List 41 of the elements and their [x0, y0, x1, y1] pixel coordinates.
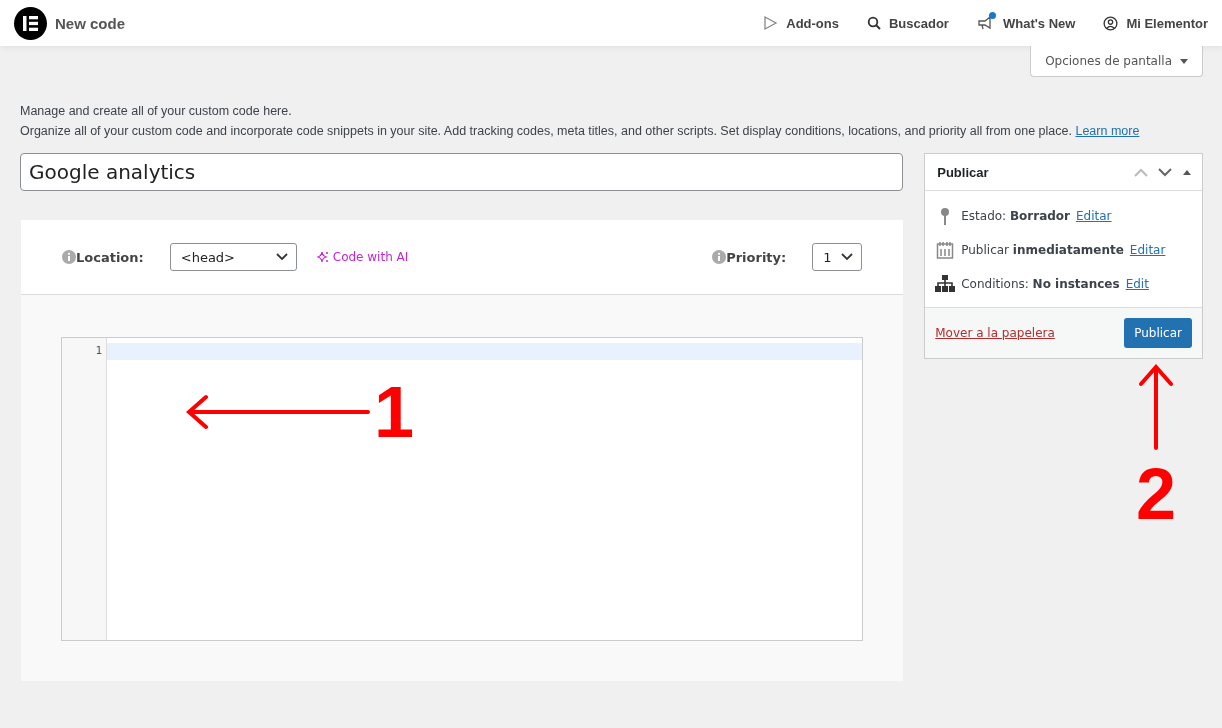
- nav-link[interactable]: Mi Elementor: [1103, 15, 1208, 31]
- location-select[interactable]: <head>: [169, 243, 297, 271]
- nav-link[interactable]: Add-ons: [762, 15, 839, 31]
- chevron-down-icon: [841, 253, 854, 261]
- calendar-icon: [936, 241, 955, 259]
- move-down-button[interactable]: [1158, 167, 1172, 177]
- pin-icon: [939, 207, 952, 225]
- play-icon: [762, 15, 779, 31]
- search-icon: [866, 16, 881, 30]
- intro-text: Manage and create all of your custom code here.: [20, 103, 293, 120]
- edit-link[interactable]: Editar: [1129, 243, 1166, 257]
- publish-button[interactable]: Publicar: [1124, 318, 1192, 348]
- annotation-number: 2: [1136, 458, 1177, 530]
- edit-link[interactable]: Editar: [1076, 209, 1112, 223]
- logo-icon: [14, 6, 47, 40]
- annotation-number: 1: [374, 376, 415, 448]
- title-field[interactable]: Google analytics: [20, 153, 904, 191]
- priority-label: Priority:: [726, 249, 787, 265]
- intro-text: Organize all of your custom code and incorporate code snippets in your site. Add tracking codes, meta titles, and other scripts. Set display conditions, locations, and priority all from one place.: [20, 124, 1072, 138]
- info-icon: [62, 250, 76, 264]
- sitemap-icon: [935, 275, 956, 293]
- nav-link[interactable]: Buscador: [866, 15, 949, 31]
- trash-link[interactable]: Mover a la papelera: [935, 326, 1055, 340]
- chevron-down-icon: [275, 253, 288, 261]
- edit-link[interactable]: Edit: [1125, 277, 1149, 291]
- publish-info: Publicar inmediatamente: [961, 243, 1124, 257]
- priority-select[interactable]: 1: [812, 243, 863, 271]
- sparkle-icon: [316, 251, 329, 263]
- app-title: New code: [55, 14, 126, 32]
- collapse-button[interactable]: [1182, 168, 1192, 176]
- screen-options-button[interactable]: Opciones de pantalla: [1030, 46, 1203, 77]
- info-icon: [712, 250, 727, 264]
- location-label: Location:: [76, 249, 144, 265]
- code-with-ai-button[interactable]: Code with AI: [316, 250, 409, 264]
- box-title: Publicar: [937, 164, 989, 180]
- publish-info: Estado: Borrador: [961, 209, 1071, 223]
- publish-info: Conditions: No instances: [961, 277, 1120, 291]
- line-number: 1: [94, 344, 102, 357]
- learn-more-link[interactable]: Learn more: [1075, 124, 1140, 138]
- nav-link[interactable]: What's New: [976, 15, 1076, 31]
- user-icon: [1103, 15, 1119, 31]
